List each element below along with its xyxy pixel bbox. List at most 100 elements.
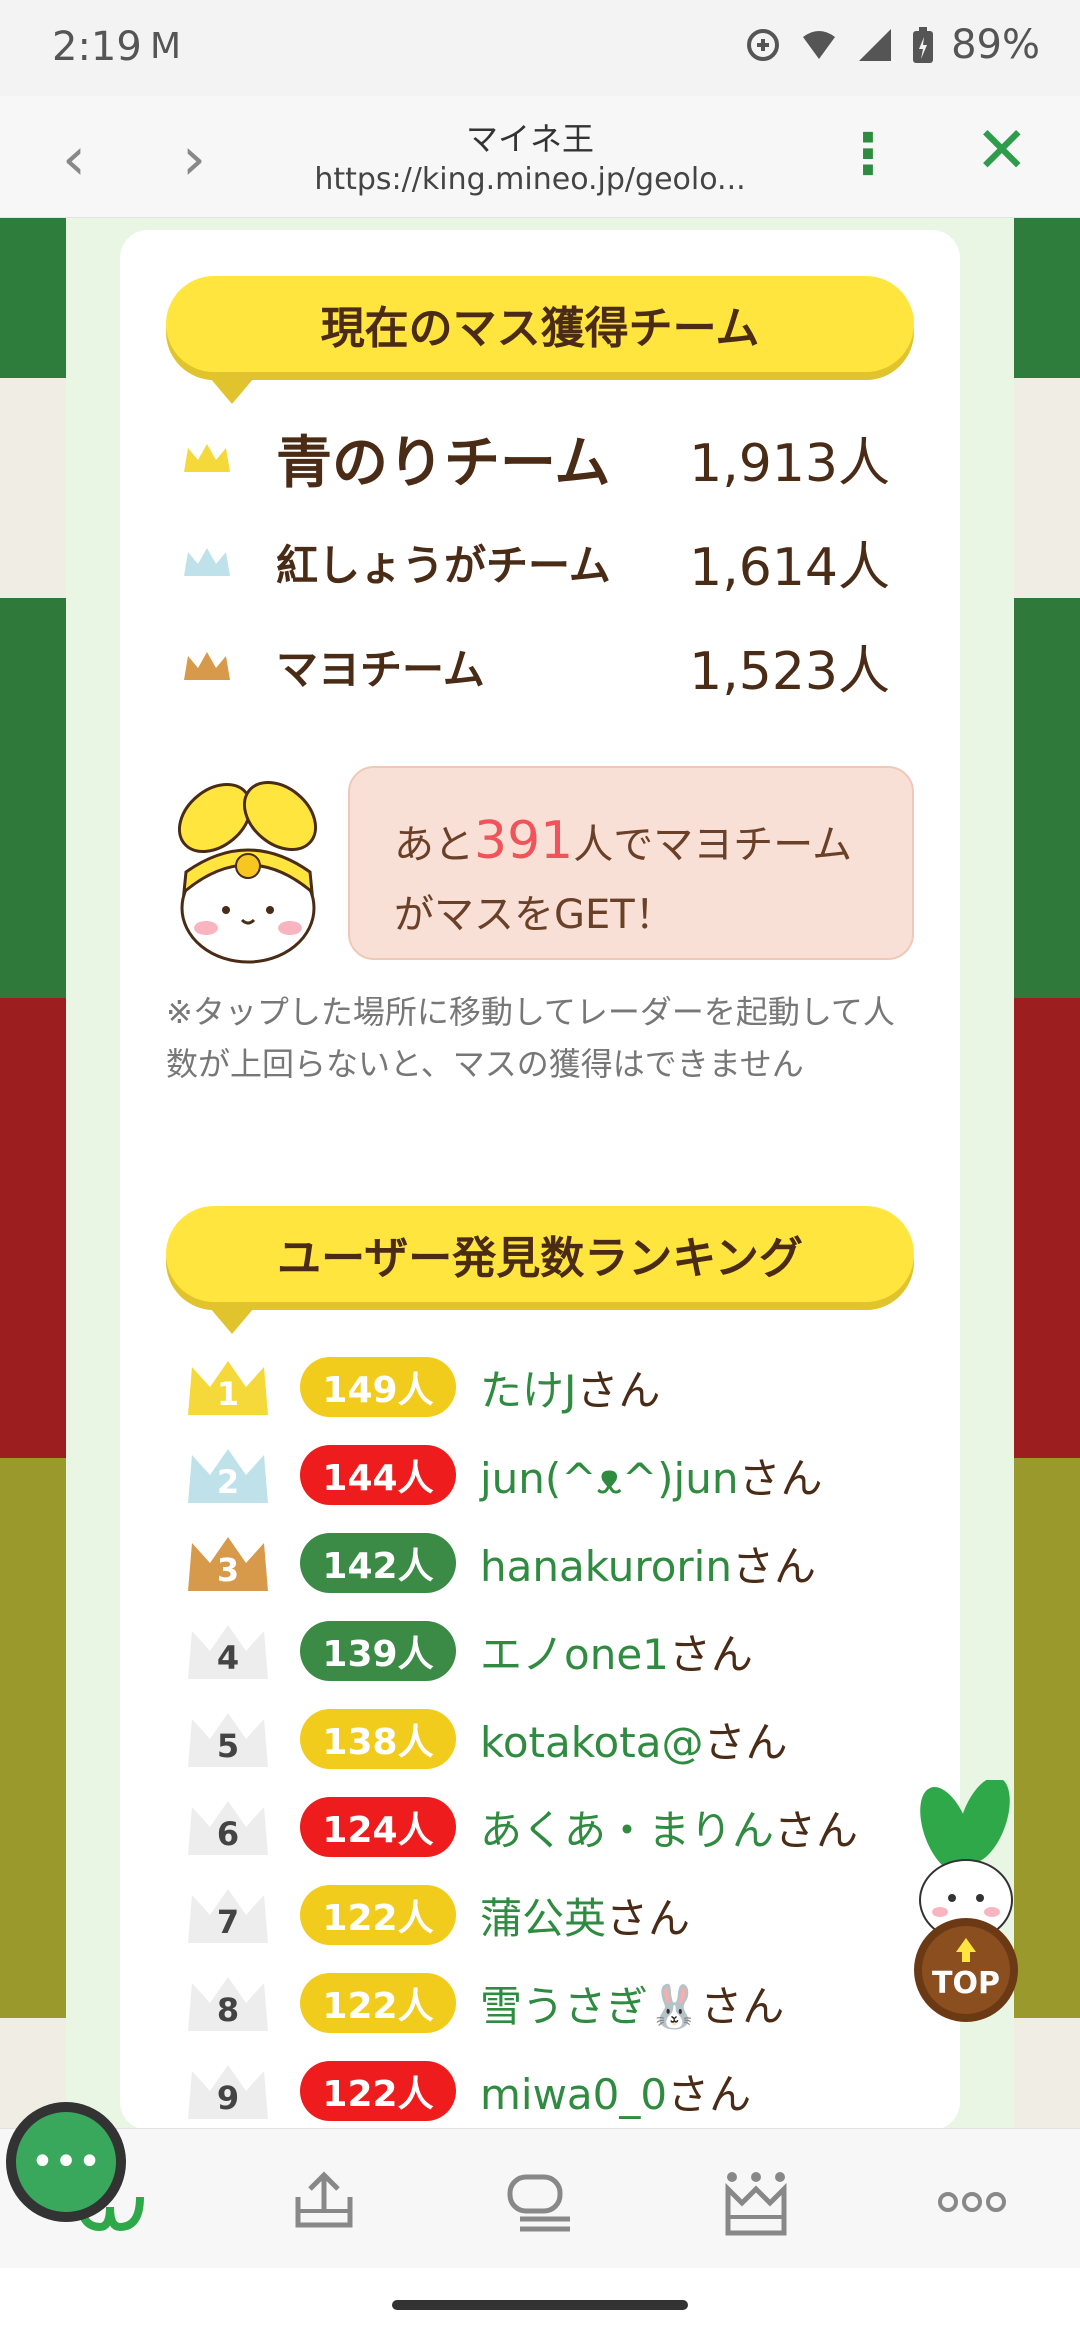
top-label: TOP <box>932 1966 1000 2001</box>
rank-number: 1 <box>216 1375 240 1413</box>
user-name-text: kotakota@ <box>480 1717 704 1767</box>
back-icon[interactable]: ‹ <box>62 124 86 194</box>
comments-icon[interactable] <box>500 2167 580 2237</box>
count-badge: 122人 <box>300 1973 456 2033</box>
user-suffix: さん <box>774 1805 859 1855</box>
user-name[interactable]: kotakota@さん <box>480 1709 787 1770</box>
close-icon[interactable]: ✕ <box>975 114 1029 188</box>
user-name-text: hanakurorin <box>480 1541 732 1591</box>
gesture-bar[interactable] <box>392 2300 688 2310</box>
ranking-row[interactable]: 6 124人 あくあ・まりんさん <box>186 1792 926 1862</box>
rank-crown-icon: 9 <box>186 2061 270 2121</box>
gmail-icon: M <box>150 26 182 67</box>
rank-crown-icon: 8 <box>186 1973 270 2033</box>
kebab-menu-icon[interactable]: ⋮ <box>840 122 896 187</box>
bronze-crown-icon <box>184 652 230 680</box>
bottom-nav <box>0 2128 1080 2268</box>
rank-crown-icon: 4 <box>186 1621 270 1681</box>
ranking-heading: ユーザー発見数ランキング <box>166 1206 914 1302</box>
team-row: 紅しょうがチーム 1,614人 <box>182 522 902 602</box>
notice-box: あと391人でマヨチームがマスをGET！ <box>348 766 914 960</box>
rank-crown-icon: 3 <box>186 1533 270 1593</box>
page-url[interactable]: https://king.mineo.jp/geolo... <box>290 162 770 197</box>
user-name-text: 雪うさぎ🐰 <box>480 1981 701 2031</box>
current-team-heading: 現在のマス獲得チーム <box>166 276 914 372</box>
team-row: 青のりチーム 1,913人 <box>182 418 902 498</box>
user-name[interactable]: jun(^ᴥ^)junさん <box>480 1445 822 1506</box>
notice-number: 391 <box>474 811 574 871</box>
status-time: 2:19 <box>52 24 142 70</box>
rank-number: 4 <box>216 1639 240 1677</box>
status-bar: 2:19 M 89% <box>0 0 1080 96</box>
user-suffix: さん <box>703 1717 788 1767</box>
count-badge: 142人 <box>300 1533 456 1593</box>
rank-number: 9 <box>216 2079 240 2117</box>
count-badge: 144人 <box>300 1445 456 1505</box>
ranking-row[interactable]: 7 122人 蒲公英さん <box>186 1880 926 1950</box>
user-name-text: あくあ・まりん <box>480 1805 775 1855</box>
rank-number: 6 <box>216 1815 240 1853</box>
user-name[interactable]: あくあ・まりんさん <box>480 1797 858 1858</box>
rank-crown-icon: 2 <box>186 1445 270 1505</box>
user-suffix: さん <box>731 1541 816 1591</box>
team-name: 紅しょうがチーム <box>276 540 611 590</box>
count-badge: 122人 <box>300 2061 456 2121</box>
user-suffix: さん <box>606 1893 691 1943</box>
user-name[interactable]: エノone1さん <box>480 1621 753 1682</box>
count-badge: 149人 <box>300 1357 456 1417</box>
more-icon[interactable] <box>932 2167 1012 2237</box>
team-row: マヨチーム 1,523人 <box>182 626 902 706</box>
user-name-text: 蒲公英 <box>480 1893 607 1943</box>
status-icons: 89% <box>743 22 1040 68</box>
count-badge: 138人 <box>300 1709 456 1769</box>
user-name[interactable]: 蒲公英さん <box>480 1885 690 1946</box>
ranking-row[interactable]: 2 144人 jun(^ᴥ^)junさん <box>186 1440 926 1510</box>
heading-tail <box>210 378 254 404</box>
gold-crown-icon <box>184 444 230 472</box>
silver-crown-icon <box>184 548 230 576</box>
user-name-text: エノone1 <box>480 1629 669 1679</box>
team-name: マヨチーム <box>276 644 485 694</box>
sync-icon <box>747 29 780 61</box>
rank-crown-icon: 6 <box>186 1797 270 1857</box>
upload-icon[interactable] <box>284 2167 364 2237</box>
user-name-text: jun(^ᴥ^)jun <box>480 1453 739 1503</box>
team-count: 1,523人 <box>689 641 890 702</box>
user-suffix: さん <box>667 2069 752 2119</box>
user-name-text: たけJ <box>480 1365 577 1415</box>
rank-crown-icon: 5 <box>186 1709 270 1769</box>
user-suffix: さん <box>700 1981 785 2031</box>
user-name-text: miwa0_0 <box>480 2069 668 2119</box>
forward-icon[interactable]: › <box>182 124 206 194</box>
user-name[interactable]: miwa0_0さん <box>480 2061 751 2122</box>
ranking-row[interactable]: 8 122人 雪うさぎ🐰さん <box>186 1968 926 2038</box>
wifi-icon <box>803 31 836 59</box>
ranking-row[interactable]: 4 139人 エノone1さん <box>186 1616 926 1686</box>
count-badge: 122人 <box>300 1885 456 1945</box>
rank-crown-icon: 7 <box>186 1885 270 1945</box>
ranking-row[interactable]: 3 142人 hanakurorinさん <box>186 1528 926 1598</box>
rank-number: 7 <box>216 1903 240 1941</box>
ranking-row[interactable]: 9 122人 miwa0_0さん <box>186 2056 926 2126</box>
user-name[interactable]: たけJさん <box>480 1357 660 1418</box>
user-suffix: さん <box>668 1629 753 1679</box>
count-badge: 124人 <box>300 1797 456 1857</box>
count-badge: 139人 <box>300 1621 456 1681</box>
user-suffix: さん <box>738 1453 823 1503</box>
ranking-icon[interactable] <box>716 2167 796 2237</box>
chat-fab-button[interactable]: ••• <box>16 2112 116 2212</box>
rank-number: 3 <box>216 1551 240 1589</box>
rank-number: 2 <box>216 1463 240 1501</box>
team-name: 青のりチーム <box>276 430 611 496</box>
rank-number: 8 <box>216 1991 240 2029</box>
note-text: ※タップした場所に移動してレーダーを起動して人数が上回らないと、マスの獲得はでき… <box>166 993 895 1083</box>
top-button[interactable]: TOP <box>906 1777 1026 2030</box>
notice-prefix: あと <box>394 822 474 868</box>
user-name[interactable]: 雪うさぎ🐰さん <box>480 1973 784 2034</box>
ranking-row[interactable]: 5 138人 kotakota@さん <box>186 1704 926 1774</box>
fab-dots: ••• <box>30 2139 102 2185</box>
user-name[interactable]: hanakurorinさん <box>480 1533 816 1594</box>
ranking-row[interactable]: 1 149人 たけJさん <box>186 1352 926 1422</box>
page-title: マイネ王 <box>465 120 594 158</box>
mascot-image <box>177 781 318 964</box>
